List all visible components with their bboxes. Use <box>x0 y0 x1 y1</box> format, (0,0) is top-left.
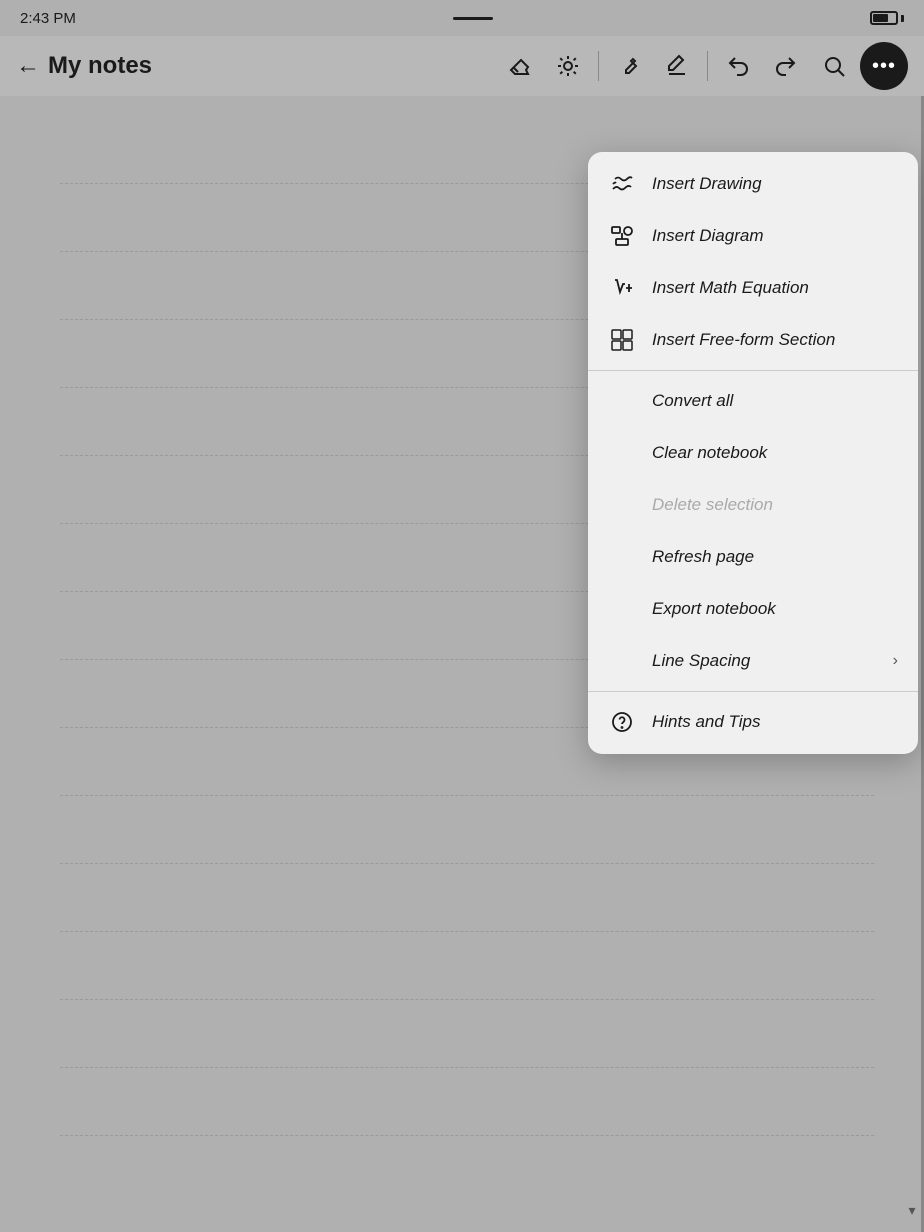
menu-label-line-spacing: Line Spacing <box>652 651 750 671</box>
menu-divider-2 <box>588 691 918 692</box>
highlighter-icon <box>665 54 689 78</box>
menu-item-insert-drawing[interactable]: Insert Drawing <box>588 158 918 210</box>
notebook-line <box>60 1068 874 1136</box>
redo-icon <box>774 54 798 78</box>
drawing-icon <box>608 170 636 198</box>
menu-label-insert-drawing: Insert Drawing <box>652 174 762 194</box>
clear-notebook-spacer <box>608 439 636 467</box>
page-title: My notes <box>48 52 152 80</box>
menu-item-convert-all[interactable]: Convert all <box>588 375 918 427</box>
dropdown-menu: Insert Drawing Insert Diagram <box>588 152 918 754</box>
menu-item-delete-selection: Delete selection <box>588 479 918 531</box>
menu-label-hints-tips: Hints and Tips <box>652 712 761 732</box>
menu-label-export-notebook: Export notebook <box>652 599 776 619</box>
search-icon <box>822 54 846 78</box>
more-dots: ••• <box>872 55 896 78</box>
export-notebook-spacer <box>608 595 636 623</box>
eraser-button[interactable] <box>498 44 542 88</box>
pen-button[interactable] <box>607 44 651 88</box>
convert-all-spacer <box>608 387 636 415</box>
menu-item-clear-notebook[interactable]: Clear notebook <box>588 427 918 479</box>
menu-label-refresh-page: Refresh page <box>652 547 754 567</box>
diagram-icon <box>608 222 636 250</box>
menu-label-convert-all: Convert all <box>652 391 733 411</box>
menu-label-delete-selection: Delete selection <box>652 495 773 515</box>
toolbar-right: ••• <box>498 42 908 90</box>
brightness-button[interactable] <box>546 44 590 88</box>
status-time: 2:43 PM <box>20 10 76 27</box>
menu-item-refresh-page[interactable]: Refresh page <box>588 531 918 583</box>
menu-label-insert-math: Insert Math Equation <box>652 278 809 298</box>
notebook-line <box>60 932 874 1000</box>
menu-label-clear-notebook: Clear notebook <box>652 443 767 463</box>
battery-indicator <box>870 11 904 25</box>
undo-button[interactable] <box>716 44 760 88</box>
redo-button[interactable] <box>764 44 808 88</box>
delete-selection-spacer <box>608 491 636 519</box>
undo-icon <box>726 54 750 78</box>
toolbar: ← My notes <box>0 36 924 96</box>
menu-item-hints-tips[interactable]: Hints and Tips <box>588 696 918 748</box>
brightness-icon <box>556 54 580 78</box>
menu-item-insert-freeform[interactable]: Insert Free-form Section <box>588 314 918 366</box>
status-bar: 2:43 PM <box>0 0 924 36</box>
menu-item-insert-diagram[interactable]: Insert Diagram <box>588 210 918 262</box>
menu-label-insert-diagram: Insert Diagram <box>652 226 763 246</box>
battery-body <box>870 11 898 25</box>
chevron-right-icon: › <box>893 652 898 670</box>
notebook-area: ▾ Insert Drawing <box>0 96 924 1232</box>
menu-item-line-spacing[interactable]: Line Spacing › <box>588 635 918 687</box>
back-button[interactable]: ← My notes <box>16 52 152 80</box>
notebook-line <box>60 864 874 932</box>
freeform-icon <box>608 326 636 354</box>
notebook-line <box>60 1000 874 1068</box>
highlighter-button[interactable] <box>655 44 699 88</box>
more-menu-button[interactable]: ••• <box>860 42 908 90</box>
battery-tip <box>901 15 904 22</box>
menu-item-export-notebook[interactable]: Export notebook <box>588 583 918 635</box>
search-button[interactable] <box>812 44 856 88</box>
math-icon <box>608 274 636 302</box>
toolbar-divider <box>598 51 599 81</box>
help-icon <box>608 708 636 736</box>
line-spacing-spacer <box>608 647 636 675</box>
toolbar-divider-2 <box>707 51 708 81</box>
battery-fill <box>873 14 888 22</box>
menu-item-insert-math[interactable]: Insert Math Equation <box>588 262 918 314</box>
menu-label-insert-freeform: Insert Free-form Section <box>652 330 835 350</box>
back-arrow-icon: ← <box>16 54 40 78</box>
status-notch <box>453 17 493 20</box>
refresh-page-spacer <box>608 543 636 571</box>
pen-icon <box>617 54 641 78</box>
notebook-line <box>60 796 874 864</box>
scroll-down-button[interactable]: ▾ <box>900 1198 924 1222</box>
eraser-icon <box>508 54 532 78</box>
menu-divider-1 <box>588 370 918 371</box>
